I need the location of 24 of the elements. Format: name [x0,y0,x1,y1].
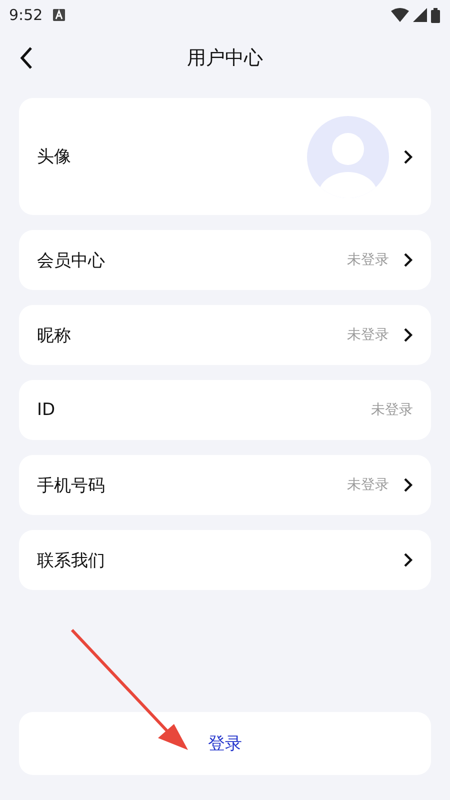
avatar-row[interactable]: 头像 [19,98,431,215]
row-label: 联系我们 [37,550,105,572]
row-label: ID [37,400,56,420]
login-button[interactable]: 登录 [19,712,431,775]
row-value: 未登录 [347,251,389,269]
settings-row[interactable]: 手机号码 未登录 [19,455,431,515]
battery-icon [431,8,440,22]
row-label: 昵称 [37,324,71,346]
signal-icon [413,8,427,22]
row-value: 未登录 [347,326,389,344]
row-value: 未登录 [371,401,413,419]
row-label: 手机号码 [37,474,105,496]
status-time: 9:52 [9,6,43,24]
row-label: 会员中心 [37,250,105,272]
settings-row[interactable]: 昵称 未登录 [19,305,431,365]
settings-row[interactable]: ID 未登录 [19,380,431,440]
avatar-icon [307,116,389,198]
settings-row[interactable]: 会员中心 未登录 [19,230,431,290]
wifi-icon [391,8,409,22]
settings-row[interactable]: 联系我们 [19,530,431,590]
page-title: 用户中心 [187,46,263,71]
row-value: 未登录 [347,476,389,494]
row-label: 头像 [37,146,71,168]
notification-icon [52,9,65,21]
